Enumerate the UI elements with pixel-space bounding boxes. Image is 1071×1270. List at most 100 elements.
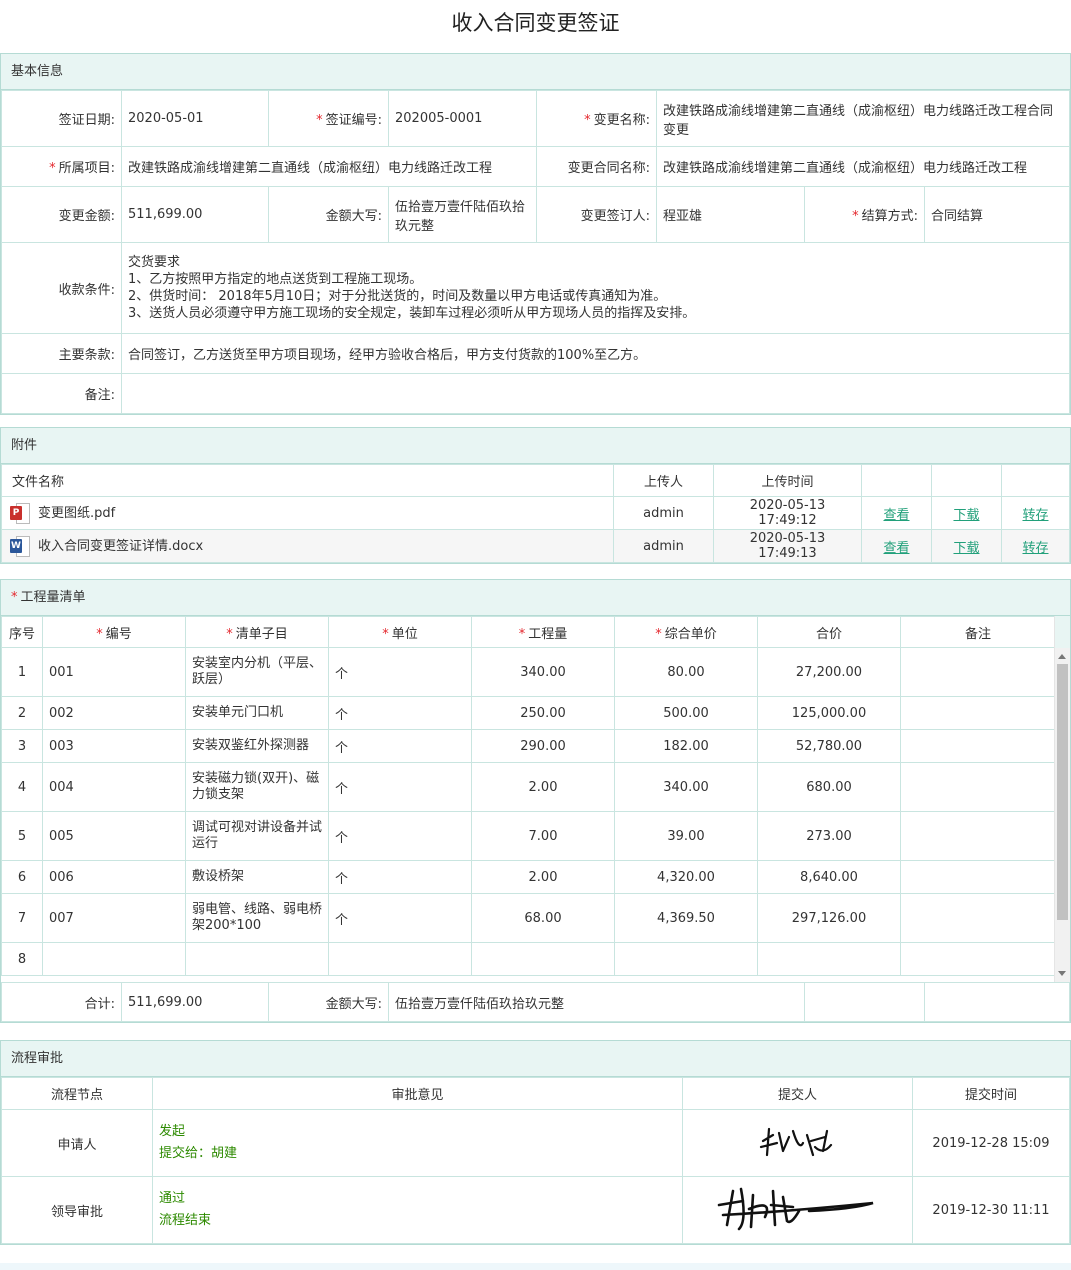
row-seq: 4 [1,762,43,812]
flow-time: 2019-12-28 15:09 [912,1109,1070,1177]
approval-section: 流程审批 流程节点 审批意见 提交人 提交时间 申请人 发起 提交给：胡建 20… [0,1040,1071,1245]
sum-upper-label: 金额大写: [268,982,389,1022]
col-code: * 编号 [42,616,186,648]
row-seq: 3 [1,729,43,763]
table-row[interactable]: 8 [1,942,1056,976]
signer-label: 变更签订人: [536,186,657,243]
row-remark [900,942,1056,976]
remark-value [121,373,1070,414]
no-label: * 签证编号: [268,90,389,147]
col-item: * 清单子目 [185,616,329,648]
row-item [185,942,329,976]
signature-image [682,1109,913,1177]
scroll-up-icon[interactable] [1058,654,1066,659]
approval-table: 流程节点 审批意见 提交人 提交时间 申请人 发起 提交给：胡建 2019-12… [1,1077,1070,1244]
transfer-link[interactable]: 转存 [1001,496,1070,530]
flow-node: 申请人 [1,1109,153,1177]
col-upload-time: 上传时间 [713,464,862,497]
download-link[interactable]: 下载 [931,529,1002,563]
row-item: 安装室内分机（平层、跃层） [185,647,329,697]
col-opinion: 审批意见 [152,1077,683,1110]
table-row[interactable]: 4 004 安装磁力锁(双开)、磁力锁支架个 2.00 340.00 680.00 [1,762,1056,812]
row-total [757,942,901,976]
row-price: 340.00 [614,762,758,812]
row-total: 297,126.00 [757,893,901,943]
col-remark: 备注 [900,616,1056,648]
terms-value: 交货要求 1、乙方按照甲方指定的地点送货到工程施工现场。 2、供货时间： 201… [121,242,1070,334]
row-total: 8,640.00 [757,860,901,894]
bill-grid[interactable]: 序号 * 编号 * 清单子目 * 单位 * 工程量 * 综合单价 合价 备注 1 001 安装… [1,616,1070,982]
row-price: 80.00 [614,647,758,697]
row-seq: 6 [1,860,43,894]
row-code: 006 [42,860,186,894]
table-row[interactable]: 6 006 敷设桥架个 2.00 4,320.00 8,640.00 [1,860,1056,894]
table-row[interactable]: 2 002 安装单元门口机个 250.00 500.00 125,000.00 [1,696,1056,730]
col-unit: * 单位 [328,616,472,648]
table-row[interactable]: 5 005 调试可视对讲设备并试运行个 7.00 39.00 273.00 [1,811,1056,861]
table-row[interactable]: 3 003 安装双鉴红外探测器个 290.00 182.00 52,780.00 [1,729,1056,763]
row-qty: 68.00 [471,893,615,943]
vertical-scrollbar[interactable] [1054,616,1070,982]
col-node: 流程节点 [1,1077,153,1110]
approval-row: 领导审批 通过 流程结束 2019-12-30 11:11 [1,1176,1070,1244]
view-link[interactable]: 查看 [861,529,932,563]
row-unit: 个 [328,729,472,763]
row-item: 调试可视对讲设备并试运行 [185,811,329,861]
col-file-name: 文件名称 [1,464,614,497]
amount-upper-value: 伍拾壹万壹仟陆佰玖拾玖元整 [388,186,537,243]
no-value: 202005-0001 [388,90,537,147]
terms-line: 交货要求 [128,255,181,270]
row-code: 005 [42,811,186,861]
download-link[interactable]: 下载 [931,496,1002,530]
col-submit-time: 提交时间 [912,1077,1070,1110]
scroll-down-icon[interactable] [1058,971,1066,976]
terms-line: 2、供货时间： 2018年5月10日；对于分批送货的，时间及数量以甲方电话或传真… [128,289,667,304]
row-item: 敷设桥架 [185,860,329,894]
row-price: 500.00 [614,696,758,730]
bill-section: * 工程量清单 序号 * 编号 * 清单子目 * 单位 * 工程量 * 综合单价 合价 备注… [0,579,1071,1023]
date-value: 2020-05-01 [121,90,269,147]
flow-opinion: 发起 提交给：胡建 [152,1109,683,1177]
project-label: * 所属项目: [1,146,122,187]
col-uploader: 上传人 [613,464,714,497]
row-item: 弱电管、线路、弱电桥架200*100 [185,893,329,943]
sum-value: 511,699.00 [121,982,269,1022]
terms-line: 3、送货人员必须遵守甲方施工现场的安全规定，装卸车过程必须听从甲方现场人员的指挥… [128,306,696,321]
row-remark [900,811,1056,861]
view-link[interactable]: 查看 [861,496,932,530]
bill-header: * 工程量清单 [1,580,1070,616]
attachment-section: 附件 文件名称 上传人 上传时间 P 变更图纸.pdf admin 2020-05… [0,427,1071,564]
basic-info-header: 基本信息 [1,54,1070,90]
settle-value: 合同结算 [924,186,1070,243]
row-seq: 8 [1,942,43,976]
row-price: 39.00 [614,811,758,861]
page-title: 收入合同变更签证 [451,11,620,35]
row-code: 007 [42,893,186,943]
file-row: W 收入合同变更签证详情.docx admin 2020-05-13 17:49:… [1,529,1070,563]
row-item: 安装双鉴红外探测器 [185,729,329,763]
row-item: 安装磁力锁(双开)、磁力锁支架 [185,762,329,812]
file-time: 2020-05-13 17:49:12 [713,496,862,530]
row-seq: 2 [1,696,43,730]
row-unit: 个 [328,696,472,730]
file-uploader: admin [613,496,714,530]
flow-time: 2019-12-30 11:11 [912,1176,1070,1244]
row-item: 安装单元门口机 [185,696,329,730]
row-unit [328,942,472,976]
col-submitter: 提交人 [682,1077,913,1110]
amount-label: 变更金额: [1,186,122,243]
row-total: 680.00 [757,762,901,812]
table-row[interactable]: 7 007 弱电管、线路、弱电桥架200*100 个 68.00 4,369.50 297,… [1,893,1056,943]
row-remark [900,647,1056,697]
page-footer-strip [0,1263,1071,1270]
row-price [614,942,758,976]
row-qty: 340.00 [471,647,615,697]
scroll-thumb[interactable] [1057,664,1068,920]
pdf-file-icon: P [10,503,30,524]
main-terms-label: 主要条款: [1,333,122,374]
table-row[interactable]: 1 001 安装室内分机（平层、跃层）个 340.00 80.00 27,200.00 [1,647,1056,697]
row-price: 182.00 [614,729,758,763]
approval-row: 申请人 发起 提交给：胡建 2019-12-28 15:09 [1,1109,1070,1177]
transfer-link[interactable]: 转存 [1001,529,1070,563]
row-seq: 5 [1,811,43,861]
